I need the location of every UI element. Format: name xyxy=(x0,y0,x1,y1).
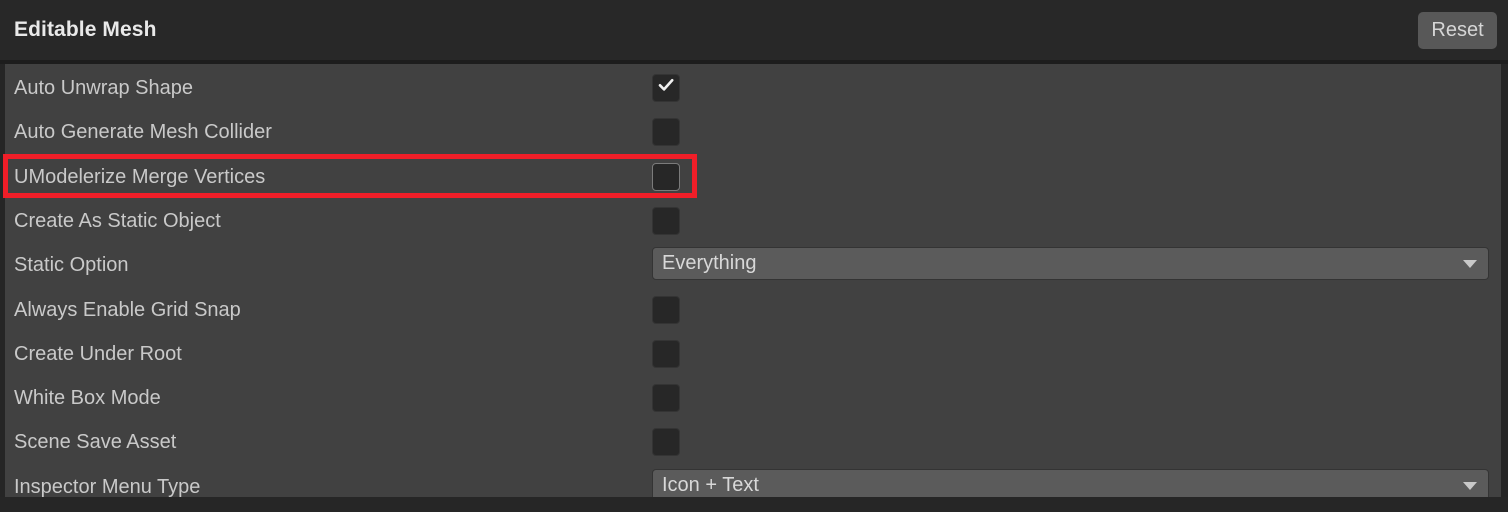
chevron-down-icon xyxy=(1463,481,1477,490)
property-row: Auto Unwrap Shape xyxy=(0,66,1508,110)
property-label: Create Under Root xyxy=(14,342,182,365)
panel-footer xyxy=(0,497,1508,512)
property-row: UModelerize Merge Vertices xyxy=(0,155,1508,199)
property-label: Auto Generate Mesh Collider xyxy=(14,121,272,144)
property-label: Scene Save Asset xyxy=(14,431,177,454)
property-row: White Box Mode xyxy=(0,376,1508,420)
reset-button[interactable]: Reset xyxy=(1418,12,1497,49)
chevron-down-icon xyxy=(1463,260,1477,269)
panel-header: Editable Mesh Reset xyxy=(0,0,1508,60)
checkmark-icon xyxy=(658,78,674,91)
property-row: Scene Save Asset xyxy=(0,420,1508,464)
dropdown-select[interactable]: Everything xyxy=(652,247,1489,281)
checkbox-toggle[interactable] xyxy=(652,162,680,191)
property-label: Create As Static Object xyxy=(14,209,221,232)
checkbox-toggle[interactable] xyxy=(652,295,680,324)
checkbox-toggle[interactable] xyxy=(652,206,680,235)
property-label: White Box Mode xyxy=(14,387,161,410)
property-row: Create As Static Object xyxy=(0,199,1508,243)
checkbox-toggle[interactable] xyxy=(652,339,680,368)
property-row: Create Under Root xyxy=(0,332,1508,376)
checkbox-toggle[interactable] xyxy=(652,74,680,102)
dropdown-selected-value: Everything xyxy=(662,252,757,275)
property-row: Auto Generate Mesh Collider xyxy=(0,110,1508,154)
property-label: Auto Unwrap Shape xyxy=(14,77,194,99)
editable-mesh-inspector-panel: Editable Mesh Reset Auto Unwrap Shape Aut… xyxy=(0,0,1508,512)
property-label: Static Option xyxy=(14,254,129,277)
checkbox-toggle[interactable] xyxy=(652,428,680,457)
property-row: Static Option Everything xyxy=(0,243,1508,287)
checkbox-toggle[interactable] xyxy=(652,118,680,147)
property-label: UModelerize Merge Vertices xyxy=(14,165,266,188)
page-title: Editable Mesh xyxy=(14,18,157,41)
checkbox-toggle[interactable] xyxy=(652,384,680,413)
property-row: Always Enable Grid Snap xyxy=(0,288,1508,332)
property-label: Always Enable Grid Snap xyxy=(14,298,241,321)
